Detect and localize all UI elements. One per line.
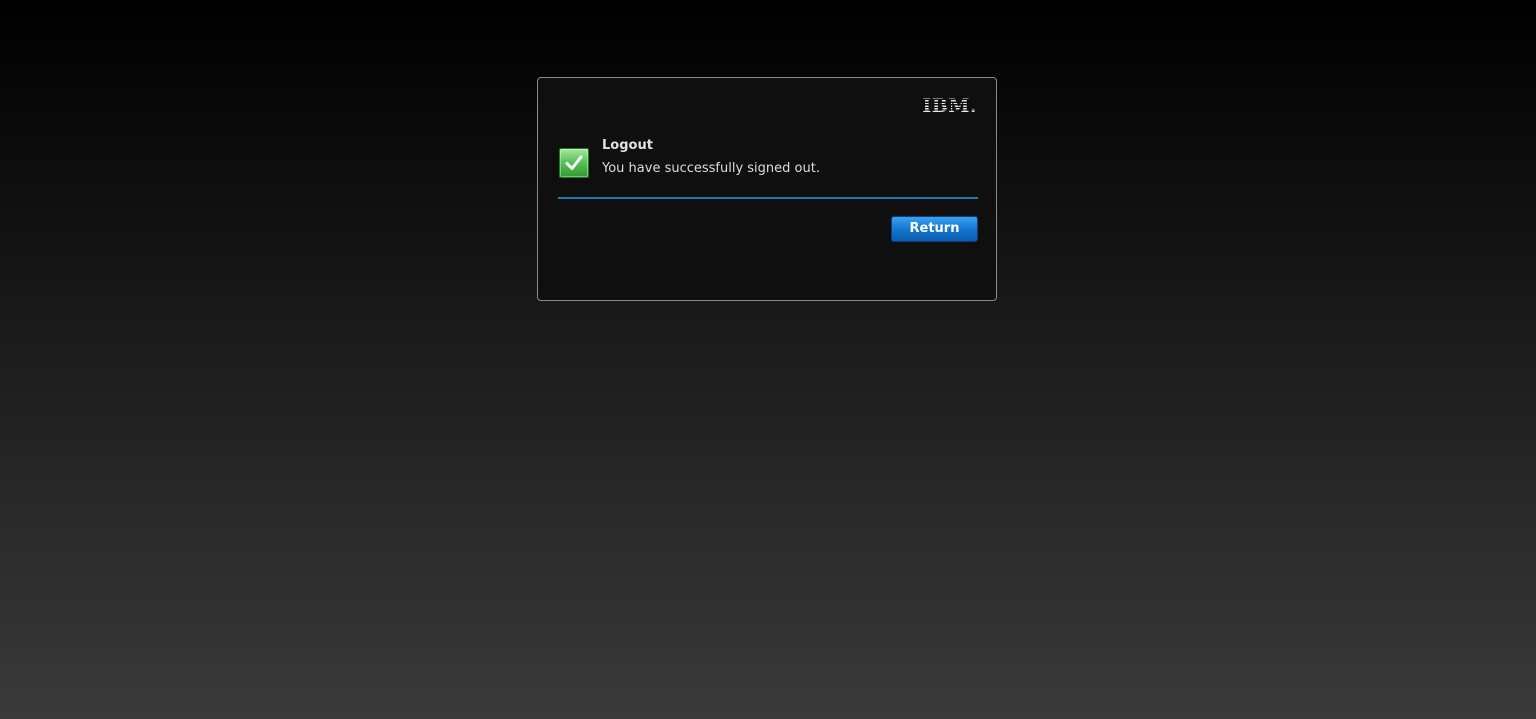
checkmark-success-icon bbox=[559, 148, 589, 178]
dialog-message: You have successfully signed out. bbox=[602, 161, 820, 176]
ibm-logo: IBM. bbox=[922, 95, 977, 117]
divider bbox=[558, 197, 978, 199]
return-button[interactable]: Return bbox=[891, 216, 978, 242]
checkmark-icon bbox=[565, 155, 583, 170]
dialog-title: Logout bbox=[602, 138, 653, 153]
logout-dialog: IBM. Logout You have successfully signed… bbox=[537, 77, 997, 301]
